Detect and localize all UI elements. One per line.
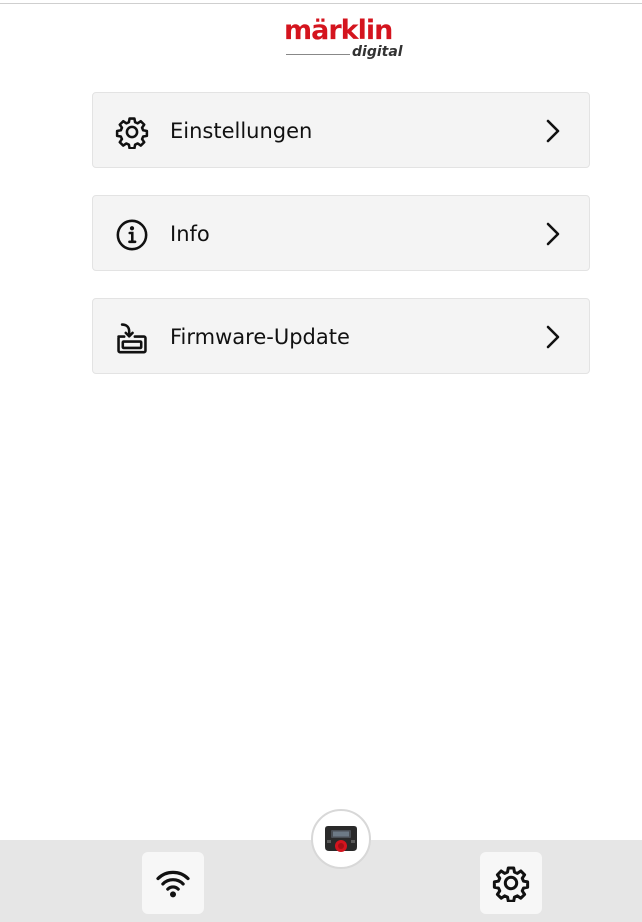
logo-brand-text: märklin — [284, 15, 393, 46]
menu-item-label: Firmware-Update — [170, 325, 350, 349]
menu-item-firmware-update[interactable]: Firmware-Update — [92, 298, 590, 374]
firmware-update-icon — [117, 323, 147, 354]
menu-item-label: Info — [170, 222, 210, 246]
info-icon — [116, 219, 148, 251]
settings-button[interactable] — [480, 852, 542, 914]
wifi-icon — [156, 870, 190, 898]
chevron-right-icon — [546, 325, 560, 349]
menu-item-info[interactable]: Info — [92, 195, 590, 271]
gear-icon — [115, 117, 149, 149]
central-station-device-button[interactable] — [311, 809, 371, 869]
chevron-right-icon — [546, 119, 560, 143]
gear-icon — [492, 866, 530, 902]
wifi-button[interactable] — [142, 852, 204, 914]
logo-underline — [286, 54, 350, 55]
maerklin-digital-logo: märklin digital — [284, 15, 403, 61]
chevron-right-icon — [546, 222, 560, 246]
central-station-device-icon — [325, 826, 357, 852]
logo-sub-text: digital — [352, 44, 403, 60]
menu-item-label: Einstellungen — [170, 119, 313, 143]
menu-item-settings[interactable]: Einstellungen — [92, 92, 590, 168]
top-divider — [0, 3, 642, 4]
app-screen: märklin digital Einstellungen Info Firmw… — [0, 0, 642, 922]
